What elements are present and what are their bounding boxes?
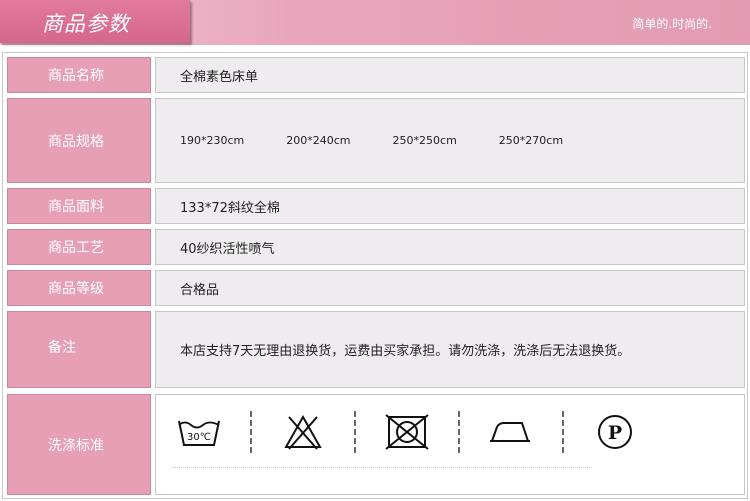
spec-size-list: 190*230cm 200*240cm 250*250cm 250*270cm [156, 134, 605, 147]
separator [354, 411, 356, 453]
separator [250, 411, 252, 453]
row-label: 商品名称 [7, 57, 151, 93]
row-value: 本店支持7天无理由退换货，运费由买家承担。请勿洗涤，洗涤后无法退换货。 [155, 311, 745, 388]
row-value: 合格品 [155, 270, 745, 306]
row-product-fabric: 商品面料 133*72斜纹全棉 [7, 188, 745, 224]
row-label: 洗涤标准 [7, 394, 151, 495]
separator [562, 411, 564, 453]
no-bleach-icon [280, 411, 326, 453]
spec-table: 商品名称 全棉素色床单 商品规格 190*230cm 200*240cm 250… [2, 52, 748, 499]
row-product-name: 商品名称 全棉素色床单 [7, 57, 745, 93]
row-value: 190*230cm 200*240cm 250*250cm 250*270cm [155, 98, 745, 183]
row-wash-standard: 洗涤标准 30℃ P [7, 394, 745, 495]
dotted-underline [172, 467, 592, 470]
header-bar: 商品参数 简单的.时尚的. [0, 0, 750, 45]
row-notes: 备注 本店支持7天无理由退换货，运费由买家承担。请勿洗涤，洗涤后无法退换货。 [7, 311, 745, 388]
row-product-specs: 商品规格 190*230cm 200*240cm 250*250cm 250*2… [7, 98, 745, 183]
wash-icon-row: 30℃ P [176, 411, 638, 453]
row-label: 商品规格 [7, 98, 151, 183]
row-product-grade: 商品等级 合格品 [7, 270, 745, 306]
spec-size: 250*250cm [392, 134, 457, 147]
separator [458, 411, 460, 453]
row-value: 全棉素色床单 [155, 57, 745, 93]
row-label: 商品面料 [7, 188, 151, 224]
header-slogan: 简单的.时尚的. [632, 17, 712, 31]
wash-30-icon: 30℃ [176, 411, 222, 453]
row-value: 133*72斜纹全棉 [155, 188, 745, 224]
no-tumble-dry-icon [384, 411, 430, 453]
dry-clean-letter: P [608, 422, 622, 444]
iron-icon [488, 411, 534, 453]
row-label: 商品等级 [7, 270, 151, 306]
spec-size: 200*240cm [286, 134, 351, 147]
row-value: 40纱织活性喷气 [155, 229, 745, 265]
row-label: 商品工艺 [7, 229, 151, 265]
page-title: 商品参数 [42, 12, 130, 36]
row-label: 备注 [7, 311, 151, 388]
header-tab: 商品参数 [0, 0, 190, 43]
row-product-craft: 商品工艺 40纱织活性喷气 [7, 229, 745, 265]
wash-temp-label: 30℃ [187, 432, 211, 443]
spec-size: 190*230cm [180, 134, 245, 147]
dry-clean-p-icon: P [592, 411, 638, 453]
spec-size: 250*270cm [498, 134, 564, 147]
wash-symbols-panel: 30℃ P [155, 394, 745, 495]
